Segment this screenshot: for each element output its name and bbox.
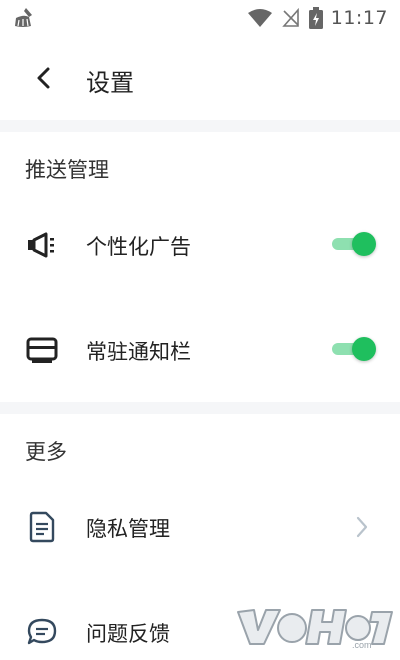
section-divider <box>0 120 400 132</box>
chevron-right-icon <box>354 515 370 539</box>
clock-time: 11:17 <box>330 7 388 29</box>
section-title-push: 推送管理 <box>25 158 109 182</box>
battery-charging-icon <box>308 7 323 29</box>
cleaner-app-icon <box>12 6 38 34</box>
megaphone-icon <box>24 231 60 259</box>
persistent-notification-toggle[interactable] <box>332 337 376 361</box>
setting-label: 隐私管理 <box>86 517 170 541</box>
chevron-left-icon <box>37 67 50 89</box>
section-title-more: 更多 <box>25 440 67 464</box>
setting-label: 常驻通知栏 <box>86 340 191 364</box>
toggle-knob <box>352 337 376 361</box>
chat-bubble-icon <box>24 618 60 646</box>
wifi-icon <box>247 8 273 28</box>
watermark-logo: .com <box>234 604 394 650</box>
setting-row-personalized-ads[interactable]: 个性化广告 <box>0 215 400 275</box>
svg-text:.com: .com <box>352 640 372 650</box>
section-divider <box>0 402 400 414</box>
no-signal-icon <box>281 8 301 28</box>
status-bar: 11:17 <box>0 0 400 36</box>
setting-row-privacy[interactable]: 隐私管理 <box>0 497 400 557</box>
setting-row-persistent-notification[interactable]: 常驻通知栏 <box>0 320 400 380</box>
back-button[interactable] <box>26 60 62 96</box>
title-bar: 设置 <box>0 50 400 108</box>
page-title: 设置 <box>86 69 134 97</box>
notification-bar-icon <box>24 336 60 364</box>
personalized-ads-toggle[interactable] <box>332 232 376 256</box>
setting-label: 个性化广告 <box>86 235 191 259</box>
document-icon <box>24 511 60 543</box>
setting-label: 问题反馈 <box>86 622 170 646</box>
toggle-knob <box>352 232 376 256</box>
